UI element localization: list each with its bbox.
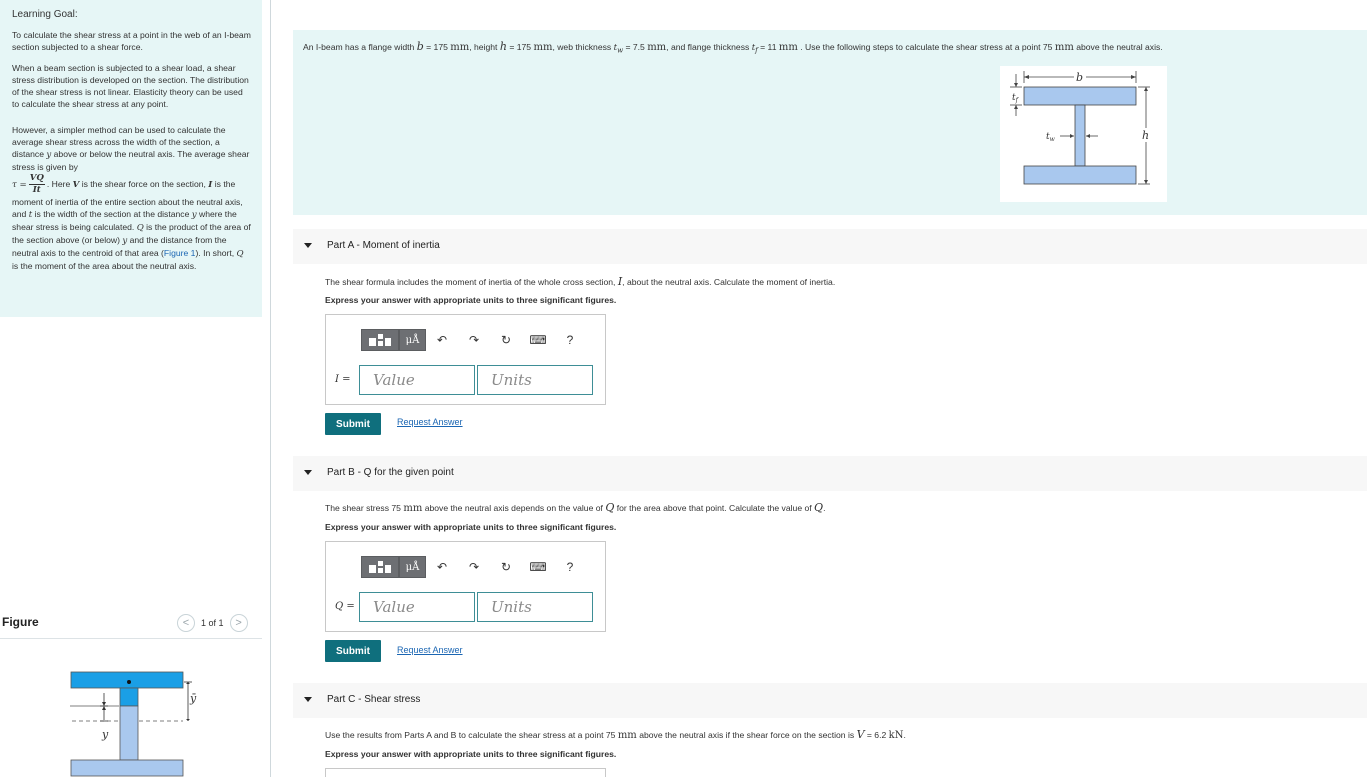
math-toolbar: μÅ ↶ ↷ ↻ ⌨ ? (361, 556, 586, 578)
part-a-answer-box: μÅ ↶ ↷ ↻ ⌨ ? I = Value Units (325, 314, 606, 405)
part-a-header[interactable]: Part A - Moment of inertia (293, 229, 1367, 264)
help-icon[interactable]: ? (554, 556, 586, 578)
problem-statement: An I-beam has a flange width b = 175 mm,… (293, 30, 1367, 215)
templates-button[interactable] (361, 329, 399, 351)
collapse-caret-icon[interactable] (304, 697, 312, 702)
units-input[interactable]: Units (477, 365, 593, 395)
units-symbols-button[interactable]: μÅ (399, 329, 426, 351)
collapse-caret-icon[interactable] (304, 470, 312, 475)
reset-icon[interactable]: ↻ (490, 556, 522, 578)
redo-icon[interactable]: ↷ (458, 329, 490, 351)
figure-title: Figure (2, 615, 39, 629)
reset-icon[interactable]: ↻ (490, 329, 522, 351)
undo-icon[interactable]: ↶ (426, 556, 458, 578)
diagram-label-b: b (1076, 71, 1083, 84)
part-c-header[interactable]: Part C - Shear stress (293, 683, 1367, 718)
figure-prev-button[interactable]: < (177, 614, 195, 632)
learning-goal-panel: Learning Goal: To calculate the shear st… (0, 0, 262, 317)
value-input[interactable]: Value (359, 365, 475, 395)
problem-text: An I-beam has a flange width b = 175 mm,… (303, 40, 1163, 55)
shear-area-figure: y ȳ (70, 671, 197, 777)
figure-divider (0, 638, 262, 639)
keyboard-icon[interactable]: ⌨ (522, 329, 554, 351)
part-b-request-answer-link[interactable]: Request Answer (397, 645, 463, 655)
undo-icon[interactable]: ↶ (426, 329, 458, 351)
templates-icon (369, 334, 391, 346)
part-c-answer-box (325, 768, 606, 777)
part-c-question: Use the results from Parts A and B to ca… (325, 728, 906, 741)
answer-label-q: Q = (335, 601, 355, 612)
part-b-question: The shear stress 75 mm above the neutral… (325, 501, 826, 514)
part-a-submit-button[interactable]: Submit (325, 413, 381, 435)
intro-paragraph: When a beam section is subjected to a sh… (12, 63, 249, 109)
part-b-submit-button[interactable]: Submit (325, 640, 381, 662)
figure-label-y-bar: ȳ (189, 692, 197, 705)
redo-icon[interactable]: ↷ (458, 556, 490, 578)
help-icon[interactable]: ? (554, 329, 586, 351)
learning-goal-heading: Learning Goal: (12, 9, 78, 20)
formula-paragraph: However, a simpler method can be used to… (12, 125, 251, 271)
diagram-label-h: h (1142, 129, 1149, 142)
figure-label-y: y (101, 728, 109, 741)
templates-button[interactable] (361, 556, 399, 578)
part-b-answer-box: μÅ ↶ ↷ ↻ ⌨ ? Q = Value Units (325, 541, 606, 632)
part-c-instructions: Express your answer with appropriate uni… (325, 749, 617, 759)
units-symbols-button[interactable]: μÅ (399, 556, 426, 578)
part-b-instructions: Express your answer with appropriate uni… (325, 522, 617, 532)
keyboard-icon[interactable]: ⌨ (522, 556, 554, 578)
diagram-label-tw: tw (1046, 132, 1056, 143)
figure-pager: < 1 of 1 > (177, 614, 248, 632)
figure-counter: 1 of 1 (201, 618, 224, 628)
learning-goal-text: To calculate the shear stress at a point… (12, 30, 251, 52)
templates-icon (369, 561, 391, 573)
figure-next-button[interactable]: > (229, 614, 248, 632)
diagram-label-tf: tf (1012, 93, 1020, 104)
part-b-header[interactable]: Part B - Q for the given point (293, 456, 1367, 491)
collapse-caret-icon[interactable] (304, 243, 312, 248)
math-toolbar: μÅ ↶ ↷ ↻ ⌨ ? (361, 329, 586, 351)
figure-1-link[interactable]: Figure 1 (164, 248, 196, 258)
column-divider (270, 0, 271, 777)
shear-formula-fraction: VQ It (28, 173, 45, 195)
part-a-question: The shear formula includes the moment of… (325, 275, 836, 288)
part-a-instructions: Express your answer with appropriate uni… (325, 295, 617, 305)
part-a-request-answer-link[interactable]: Request Answer (397, 417, 463, 427)
units-input[interactable]: Units (477, 592, 593, 622)
ibeam-dimension-diagram: b tf tw h (1000, 66, 1167, 202)
value-input[interactable]: Value (359, 592, 475, 622)
answer-label-i: I = (335, 374, 351, 385)
